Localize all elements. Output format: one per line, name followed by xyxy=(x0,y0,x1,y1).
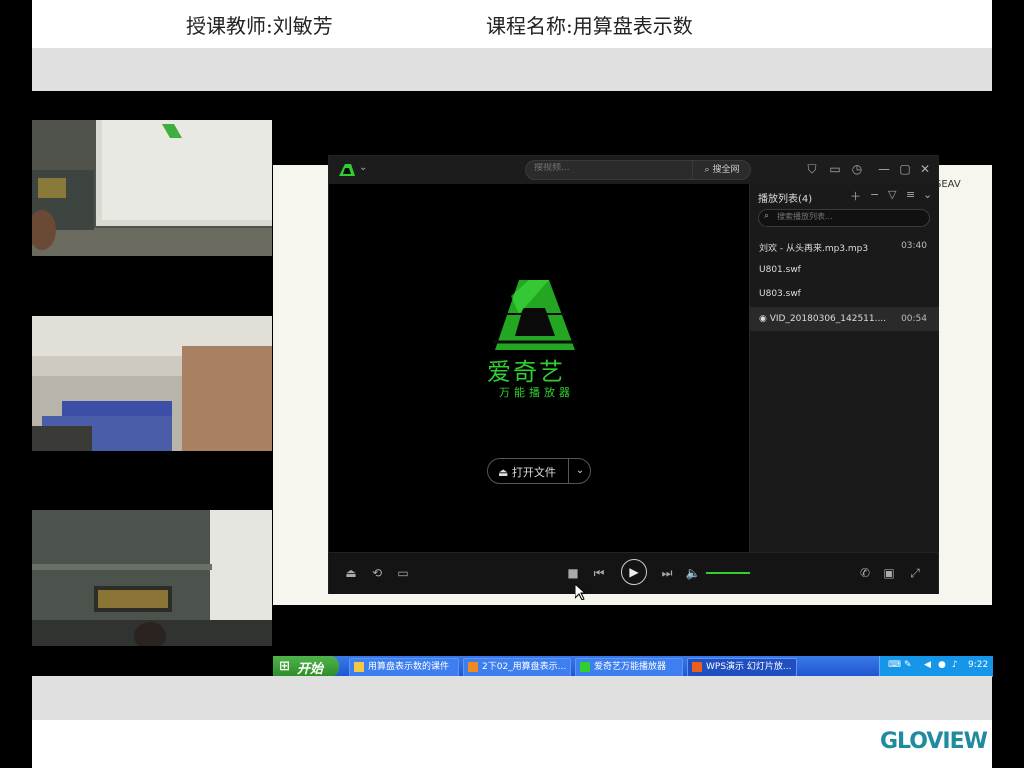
windows-taskbar: ⊞ 开始 用算盘表示数的课件 2下02_用算盘表示... 爱奇艺万能播放器 WP… xyxy=(273,656,993,677)
taskbar-item-label: WPS演示 幻灯片放... xyxy=(706,662,792,672)
network-icon[interactable]: ● xyxy=(938,660,946,670)
camera-view-teacher xyxy=(32,510,272,646)
volume-icon[interactable]: 🔈 xyxy=(683,563,703,583)
playlist-search-input[interactable] xyxy=(777,212,917,221)
search-all-button[interactable]: ⌕ 搜全网 xyxy=(692,161,751,179)
blackboard-scene-image xyxy=(32,120,272,256)
player-titlebar[interactable]: ⌄ ⌕ 搜全网 ⛉ ▭ ◷ — ▢ ✕ xyxy=(329,156,938,184)
play-button[interactable]: ▶ xyxy=(621,559,647,585)
brand-subtitle: 万能播放器 xyxy=(499,386,574,399)
system-tray: ⌨ ✎ ◀ ● ♪ 9:22 xyxy=(879,656,993,677)
close-icon[interactable]: ✕ xyxy=(917,161,933,177)
open-file-button[interactable]: ⏏ 打开文件 ⌄ xyxy=(487,458,591,484)
taskbar-item-wps[interactable]: WPS演示 幻灯片放... xyxy=(687,658,797,677)
course-label: 课程名称:用算盘表示数 xyxy=(486,14,693,38)
next-icon[interactable]: ⏭ xyxy=(657,563,677,583)
chevron-down-icon[interactable]: ⌄ xyxy=(359,162,367,173)
search-all-label: 搜全网 xyxy=(712,165,740,175)
playlist-search-box[interactable]: ⌕ xyxy=(758,209,930,227)
playlist-item-duration: 00:54 xyxy=(901,314,927,324)
search-box[interactable]: ⌕ 搜全网 xyxy=(525,160,751,180)
presentation-icon xyxy=(468,662,478,672)
taskbar-item-label: 用算盘表示数的课件 xyxy=(368,662,450,672)
gray-band-bottom xyxy=(32,676,992,720)
taskbar-item-label: 爱奇艺万能播放器 xyxy=(594,662,667,672)
previous-icon[interactable]: ⏮ xyxy=(589,563,609,583)
list-mode-icon[interactable]: ≡ xyxy=(906,188,915,201)
brand-name: 爱奇艺 xyxy=(487,358,565,386)
loop-icon[interactable]: ⟲ xyxy=(367,563,387,583)
iqiyi-brand-logo-icon xyxy=(493,280,577,350)
footer-bar xyxy=(32,720,992,768)
start-label: 开始 xyxy=(297,662,324,677)
volume-slider[interactable] xyxy=(706,572,750,574)
classroom-scene-image xyxy=(32,316,272,451)
add-icon[interactable]: ＋ xyxy=(850,188,861,204)
message-icon[interactable]: ▭ xyxy=(827,161,843,177)
stop-icon[interactable]: ■ xyxy=(563,563,583,583)
minimize-icon[interactable]: — xyxy=(876,161,892,177)
playlist-item[interactable]: 刘欢 - 从头再来.mp3.mp3 03:40 xyxy=(750,234,939,258)
taskbar-item-iqiyi[interactable]: 爱奇艺万能播放器 xyxy=(575,658,683,677)
eject-icon: ⏏ xyxy=(498,466,509,479)
playlist-item-name-row: ◉ VID_20180306_142511.... xyxy=(759,314,886,324)
playlist-title: 播放列表(4) xyxy=(758,194,813,205)
clock: 9:22 xyxy=(968,660,989,670)
arrow-left-icon[interactable]: ◀ xyxy=(924,660,931,670)
pen-icon[interactable]: ✎ xyxy=(904,660,912,670)
mouse-cursor-icon xyxy=(575,584,585,600)
eye-icon: ◉ xyxy=(759,314,770,324)
playlist-item[interactable]: U803.swf xyxy=(750,282,939,306)
windows-logo-icon: ⊞ xyxy=(279,659,290,674)
playlist-item-name: VID_20180306_142511.... xyxy=(769,314,887,324)
fullscreen-icon[interactable]: ⤢ xyxy=(905,563,925,583)
taskbar-item-presentation[interactable]: 2下02_用算盘表示... xyxy=(463,658,571,677)
gray-band-top xyxy=(32,48,992,91)
eject-icon[interactable]: ⏏ xyxy=(341,563,361,583)
camera-view-blackboard xyxy=(32,120,272,256)
playlist-panel: 播放列表(4) ＋ − ▽ ≡ ⌄ ⌕ 刘欢 - 从头再来.mp3.mp3 03… xyxy=(749,184,939,552)
maximize-icon[interactable]: ▢ xyxy=(897,161,913,177)
playlist-item-name: U803.swf xyxy=(759,289,801,299)
wps-icon xyxy=(692,662,702,672)
open-file-text: 打开文件 xyxy=(511,466,556,479)
mini-window-icon[interactable]: ▣ xyxy=(879,563,899,583)
playlist-item-name: U801.swf xyxy=(759,265,801,275)
camera-view-classroom xyxy=(32,316,272,451)
iqiyi-player-window[interactable]: ⌄ ⌕ 搜全网 ⛉ ▭ ◷ — ▢ ✕ 爱奇艺 万能播放器 ⏏ 打开文件 xyxy=(328,155,939,594)
gloview-watermark: GLOVIEW xyxy=(880,729,988,754)
folder-icon xyxy=(354,662,364,672)
remove-icon[interactable]: − xyxy=(870,188,879,201)
control-bar: ⏏ ⟲ ▭ ■ ⏮ ▶ ⏭ 🔈 ✆ ▣ ⤢ xyxy=(329,552,938,594)
screen-icon[interactable]: ▭ xyxy=(393,563,413,583)
open-file-label: ⏏ 打开文件 xyxy=(498,464,556,480)
search-icon: ⌕ xyxy=(704,165,710,175)
skin-icon[interactable]: ⛉ xyxy=(804,161,820,177)
playlist-item-name: 刘欢 - 从头再来.mp3.mp3 xyxy=(759,244,869,254)
playlist-item[interactable]: U801.swf xyxy=(750,258,939,282)
teacher-scene-image xyxy=(32,510,272,646)
taskbar-item-folder[interactable]: 用算盘表示数的课件 xyxy=(349,658,459,677)
collapse-icon[interactable]: ⌄ xyxy=(923,188,932,201)
phone-icon[interactable]: ✆ xyxy=(855,563,875,583)
history-icon[interactable]: ◷ xyxy=(849,161,865,177)
start-button[interactable]: ⊞ 开始 xyxy=(273,656,339,677)
taskbar-item-label: 2下02_用算盘表示... xyxy=(482,662,567,672)
video-area[interactable]: 爱奇艺 万能播放器 ⏏ 打开文件 ⌄ xyxy=(329,184,749,552)
iqiyi-logo-icon[interactable] xyxy=(337,162,357,178)
iqiyi-icon xyxy=(580,662,590,672)
teacher-label: 授课教师:刘敏芳 xyxy=(186,14,333,38)
volume-icon[interactable]: ♪ xyxy=(952,660,958,670)
open-file-dropdown[interactable]: ⌄ xyxy=(568,459,591,483)
search-input[interactable] xyxy=(534,163,684,173)
playlist-item-duration: 03:40 xyxy=(901,241,927,251)
playlist-item-selected[interactable]: ◉ VID_20180306_142511.... 00:54 xyxy=(750,307,939,331)
keyboard-icon[interactable]: ⌨ xyxy=(888,660,901,670)
search-icon: ⌕ xyxy=(764,211,770,221)
filter-icon[interactable]: ▽ xyxy=(888,188,896,201)
